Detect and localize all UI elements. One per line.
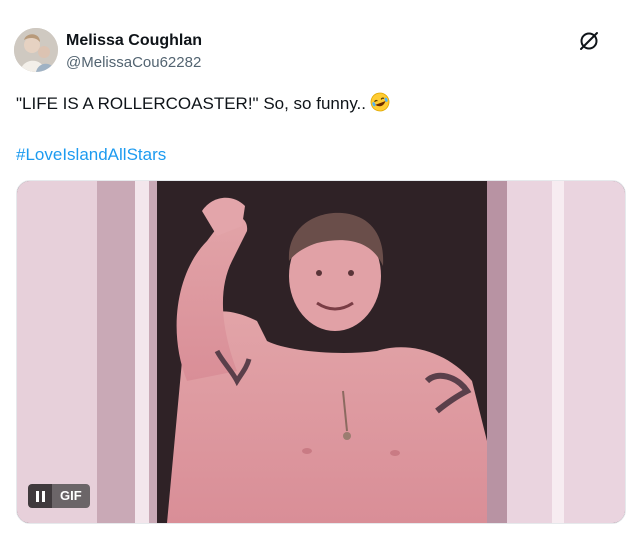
tweet-text: "LIFE IS A ROLLERCOASTER!" So, so funny.… (16, 92, 616, 115)
gif-label: GIF (52, 484, 90, 508)
gif-frame (17, 181, 625, 523)
laughing-emoji-icon (370, 92, 390, 112)
tweet-card: Melissa Coughlan @MelissaCou62282 "LIFE … (0, 0, 634, 541)
gif-media[interactable] (16, 180, 626, 524)
x-logo-icon[interactable] (578, 30, 600, 52)
profile-photo (14, 28, 58, 72)
author-handle[interactable]: @MelissaCou62282 (66, 53, 201, 72)
author-name[interactable]: Melissa Coughlan (66, 31, 202, 51)
hashtag-link[interactable]: #LoveIslandAllStars (16, 144, 166, 166)
author-avatar[interactable] (14, 28, 58, 72)
pause-icon[interactable] (28, 484, 52, 508)
tweet-body: "LIFE IS A ROLLERCOASTER!" So, so funny.… (16, 94, 367, 113)
gif-badge[interactable]: GIF (28, 484, 90, 508)
